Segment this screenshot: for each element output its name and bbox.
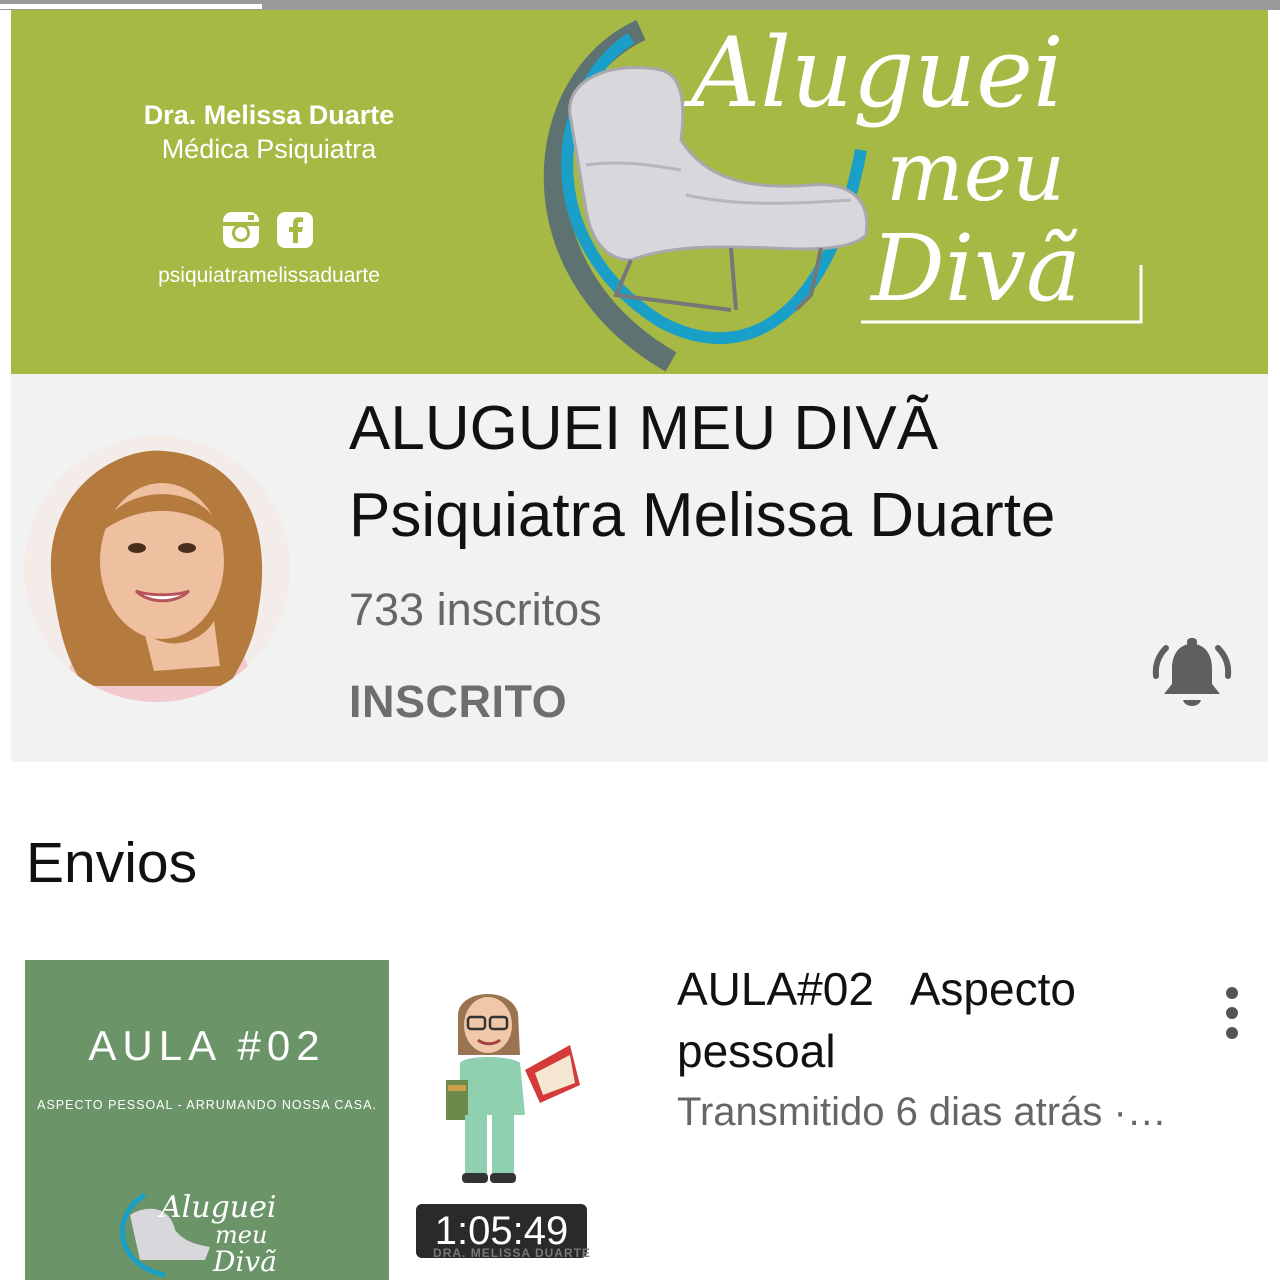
channel-banner: Dra. Melissa Duarte Médica Psiquiatra ps…: [11, 10, 1268, 374]
banner-logo-line2: meu: [886, 125, 1065, 220]
facebook-icon: [277, 212, 313, 248]
avatar-photo: [24, 436, 290, 702]
banner-logo-line1: Aluguei: [683, 17, 1064, 129]
thumbnail-logo-line1: Aluguei: [157, 1190, 276, 1225]
instagram-icon: [223, 212, 259, 248]
bell-icon[interactable]: [1150, 632, 1234, 716]
video-title-line2[interactable]: pessoal: [677, 1024, 836, 1078]
section-title-uploads: Envios: [26, 831, 198, 895]
thumbnail-logo-line3: Divã: [212, 1245, 277, 1278]
banner-logo-line3: Divã: [869, 215, 1081, 322]
channel-title-line1: ALUGUEI MEU DIVÃ: [349, 394, 939, 463]
banner-social-handle: psiquiatramelissaduarte: [158, 264, 380, 287]
banner-doctor-role: Médica Psiquiatra: [161, 134, 377, 164]
video-metadata: Transmitido 6 dias atrás ·…: [677, 1090, 1167, 1134]
thumbnail-title: AULA #02: [88, 1022, 326, 1069]
banner-logo-art: Aluguei meu Divã: [543, 17, 1143, 372]
channel-title-line2: Psiquiatra Melissa Duarte: [349, 481, 1056, 550]
top-progress-indicator: [0, 4, 262, 9]
subscribed-button[interactable]: INSCRITO: [349, 676, 567, 728]
video-title-line1[interactable]: AULA#02 Aspecto: [677, 962, 1076, 1016]
more-options-icon[interactable]: [1212, 980, 1252, 1042]
thumbnail-watermark: DRA. MELISSA DUARTE: [433, 1246, 591, 1260]
doctor-avatar-sticker: [446, 994, 580, 1183]
banner-doctor-name: Dra. Melissa Duarte: [143, 100, 395, 130]
subscriber-count: 733 inscritos: [349, 584, 602, 635]
channel-avatar[interactable]: [24, 436, 290, 702]
video-thumbnail[interactable]: AULA #02 ASPECTO PESSOAL - ARRUMANDO NOS…: [25, 960, 389, 1280]
thumbnail-subtitle: ASPECTO PESSOAL - ARRUMANDO NOSSA CASA.: [37, 1098, 377, 1112]
thumbnail-logo: Aluguei meu Divã: [119, 1190, 277, 1278]
